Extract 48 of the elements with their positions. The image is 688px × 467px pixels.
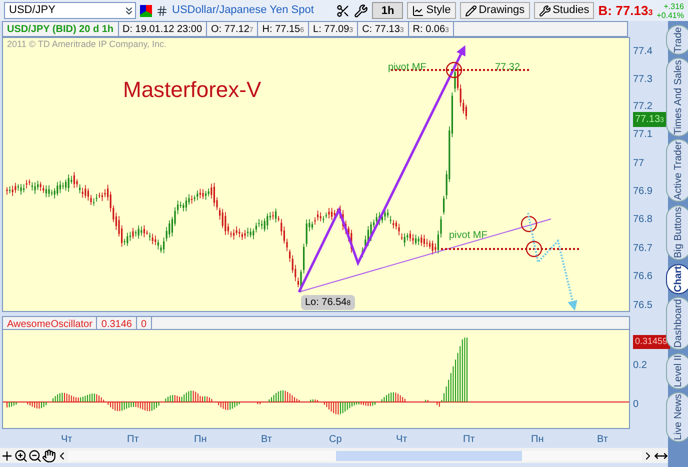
indicator-param: 0 — [137, 317, 152, 329]
time-axis-label: Ср — [329, 433, 342, 447]
toolbar-button[interactable]: Drawings — [460, 2, 530, 19]
chart-label: Masterforex-V — [123, 76, 262, 104]
time-axis-label: Пн — [194, 433, 207, 447]
price-axis-label: 76.6 — [633, 270, 652, 284]
side-tab[interactable]: Level II — [666, 352, 688, 389]
price-axis-label: 76.7 — [633, 242, 652, 256]
price-axis-label: 77 — [633, 157, 644, 171]
pivot-label: pivot MF — [388, 61, 426, 75]
price-axis-label: 76.5 — [633, 299, 652, 313]
time-axis-label: Вт — [261, 433, 272, 447]
symbol-combo[interactable]: USD/JPY — [4, 2, 136, 19]
price-axis-label: 76.9 — [633, 185, 652, 199]
price-axis-label: 77.1 — [633, 128, 652, 142]
interval-button[interactable]: 1h — [372, 2, 404, 19]
indicator-value: 0.3146 — [97, 317, 137, 329]
pivot-label: 77.32 — [495, 61, 520, 75]
side-tab[interactable]: Trade — [666, 25, 688, 55]
price-axis-label: 77.4 — [633, 45, 652, 59]
side-tab[interactable]: Active Trader — [666, 139, 688, 202]
oscillator-axis-label: 0 — [633, 398, 639, 412]
toolbar-button[interactable]: Studies — [534, 2, 594, 19]
side-tab[interactable]: Dashboard — [666, 296, 688, 350]
pivot-label: pivot MF — [449, 229, 488, 243]
copyright-text: 2011 © TD Ameritrade IP Company, Inc. — [7, 38, 167, 51]
side-tab[interactable]: Big Buttons — [666, 205, 688, 261]
toolbar-button[interactable]: Style — [407, 2, 456, 19]
price-axis-label: 76.8 — [633, 213, 652, 227]
price-axis-label: 77.3 — [633, 73, 652, 87]
change-percent: +0.41% — [656, 10, 684, 20]
time-axis-label: Пт — [127, 433, 139, 447]
side-tab[interactable]: Chart — [666, 264, 688, 294]
price-axis-label: 77.2 — [633, 100, 652, 114]
side-tab[interactable]: Live News — [666, 392, 688, 442]
oscillator-axis-label: 0.2 — [633, 359, 647, 373]
change-value: +.316 — [664, 2, 684, 10]
time-axis-label: Пт — [463, 433, 475, 447]
side-tab[interactable]: Times And Sales — [666, 58, 688, 136]
symbol-description: USDollar/Japanese Yen Spot — [172, 3, 314, 18]
time-axis-label: Вт — [597, 433, 608, 447]
info-field: D: 19.01.12 23:00 — [118, 22, 208, 36]
chart-title: USD/JPY (BID) 20 d 1h — [3, 22, 119, 36]
bid-price: B: 77.133 — [598, 2, 653, 20]
indicator-name: AwesomeOscillator — [3, 317, 98, 329]
time-axis-label: Чт — [396, 433, 408, 447]
time-axis-label: Пн — [531, 433, 544, 447]
time-axis-label: Чт — [61, 433, 72, 447]
